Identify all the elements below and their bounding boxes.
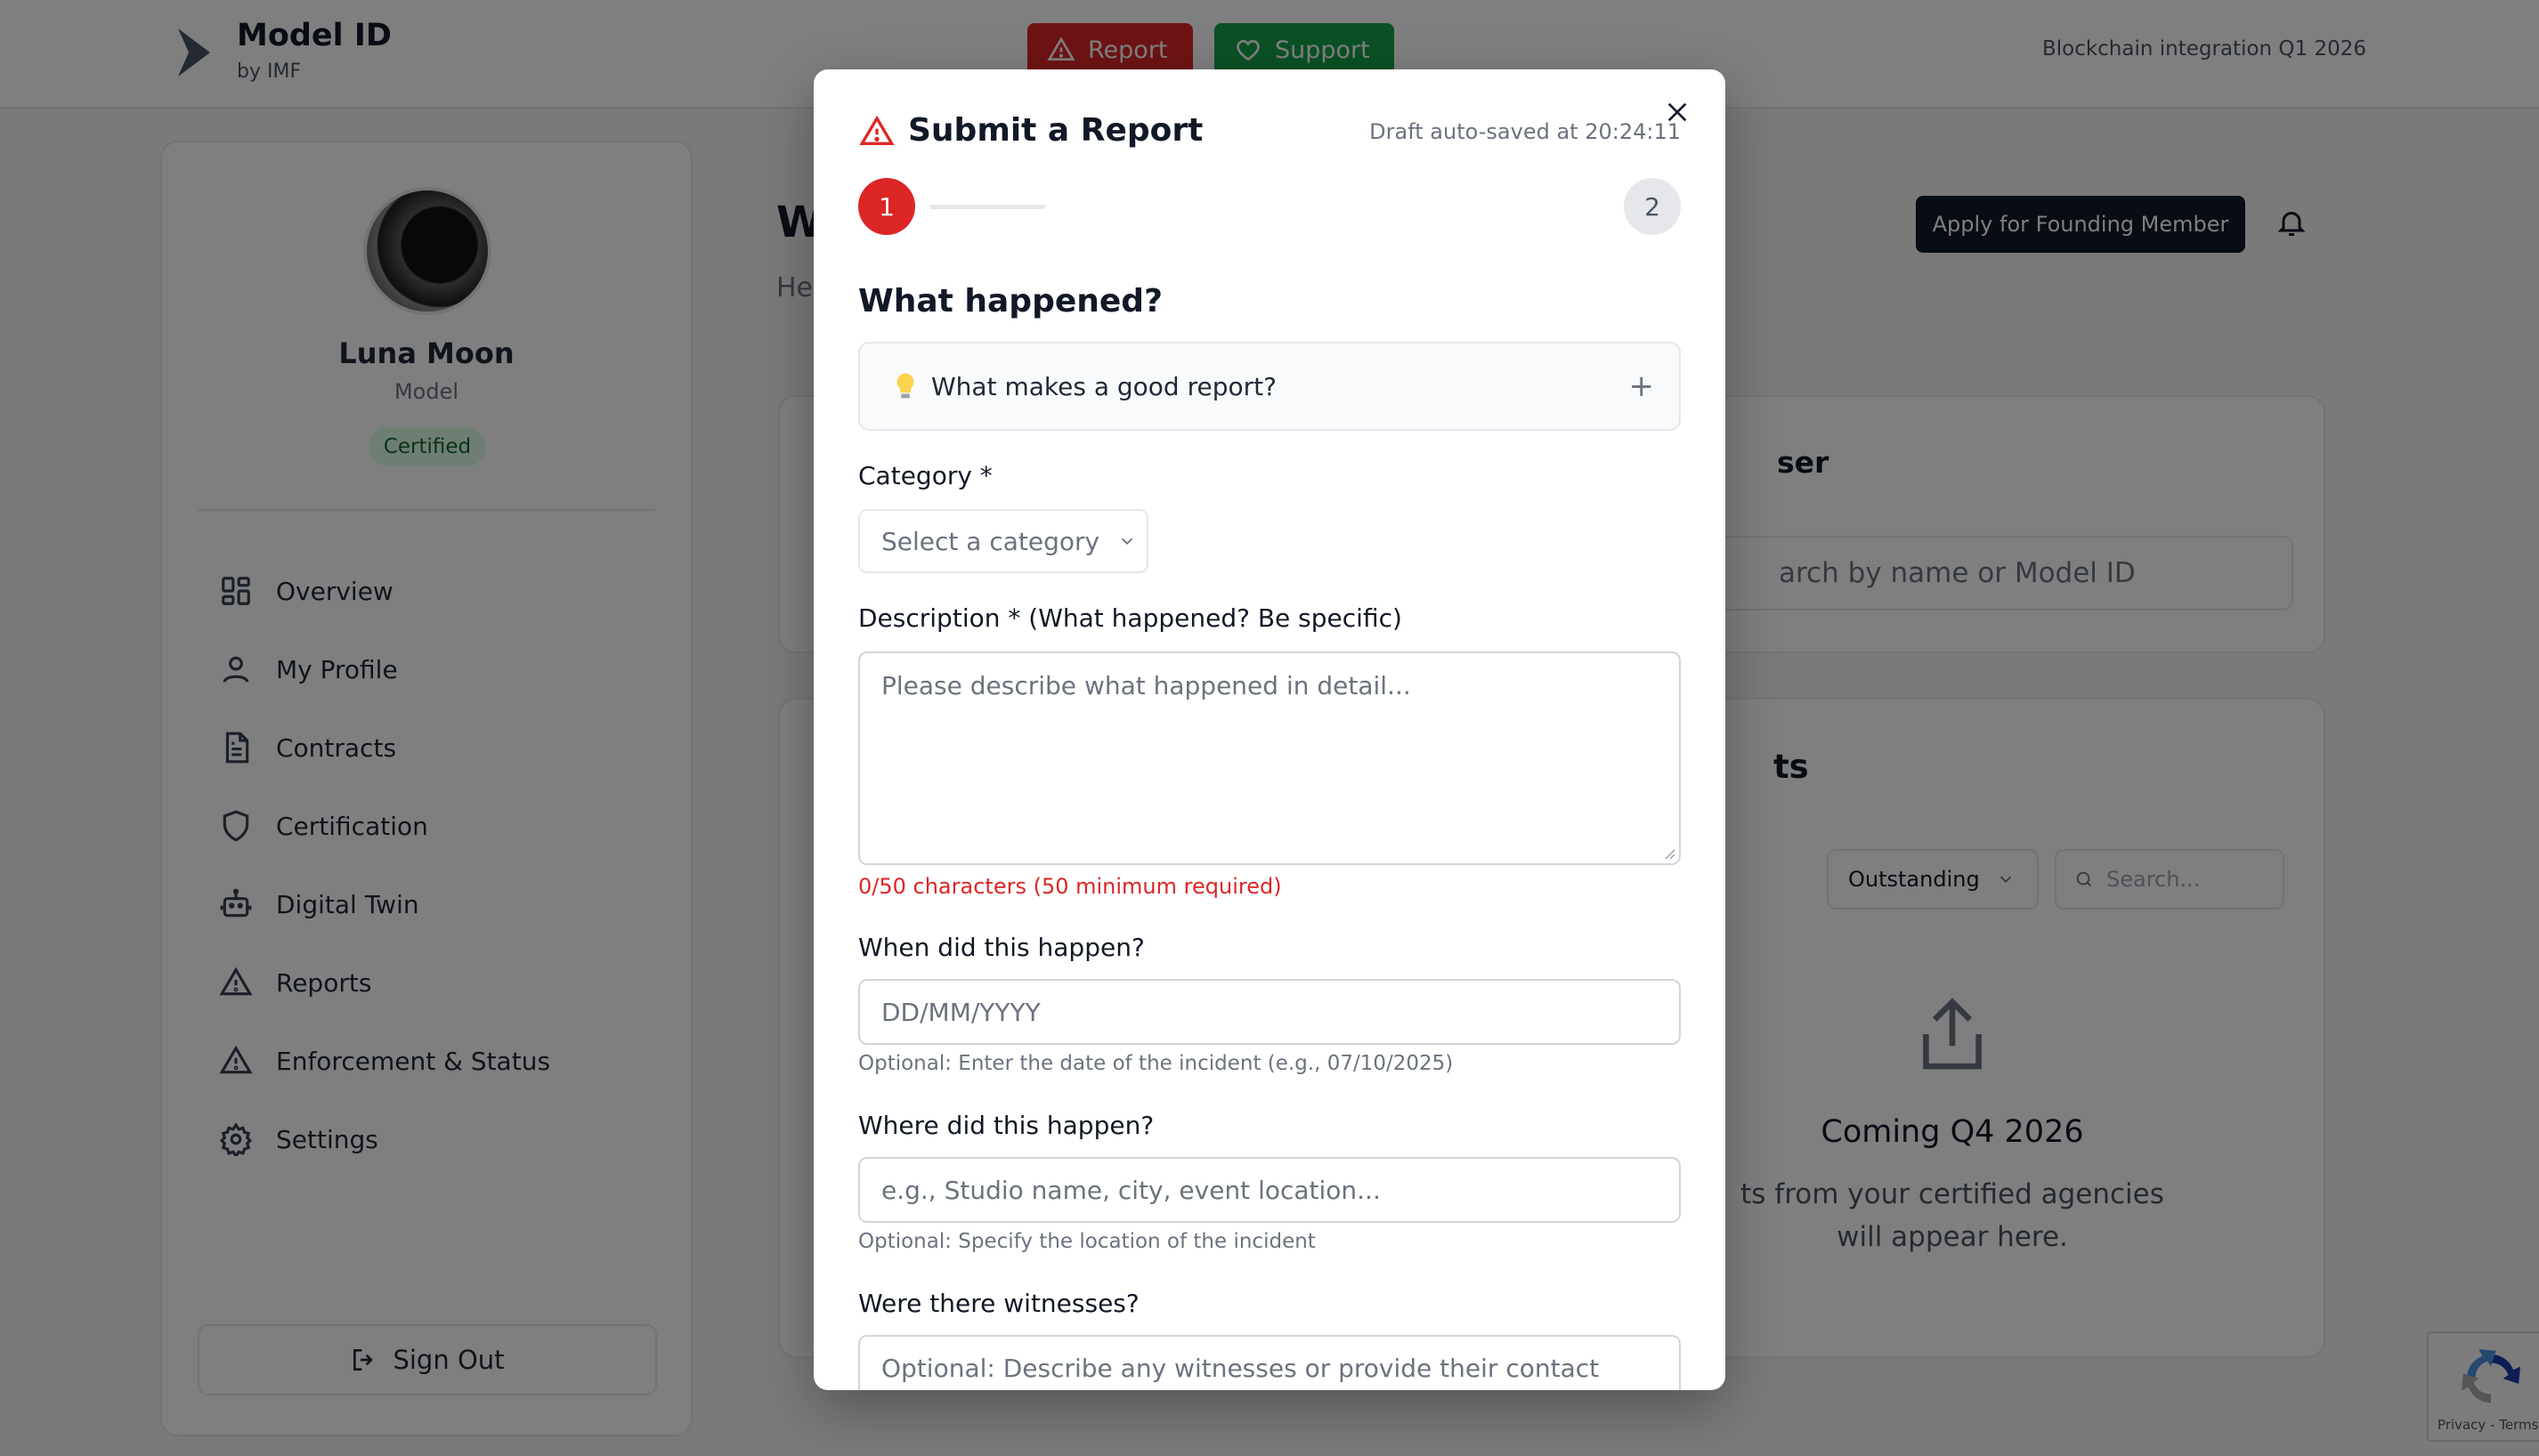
category-label: Category *: [858, 461, 993, 490]
character-count: 0/50 characters (50 minimum required): [858, 874, 1282, 899]
date-input[interactable]: DD/MM/YYYY: [858, 979, 1681, 1045]
description-label: Description * (What happened? Be specifi…: [858, 603, 1402, 633]
submit-report-modal: Submit a Report Draft auto-saved at 20:2…: [814, 69, 1725, 1390]
witness-input[interactable]: Optional: Describe any witnesses or prov…: [858, 1335, 1681, 1390]
report-tips-accordion[interactable]: What makes a good report? +: [858, 342, 1681, 431]
location-input[interactable]: e.g., Studio name, city, event location.…: [858, 1157, 1681, 1223]
modal-title: Submit a Report: [908, 112, 1204, 149]
location-label: Where did this happen?: [858, 1111, 1155, 1140]
description-placeholder: Please describe what happened in detail.…: [881, 671, 1411, 700]
close-icon[interactable]: [1663, 98, 1691, 126]
location-placeholder: e.g., Studio name, city, event location.…: [881, 1175, 1381, 1205]
section-title: What happened?: [858, 283, 1163, 320]
category-select[interactable]: Select a category: [858, 509, 1148, 573]
tips-label: What makes a good report?: [931, 371, 1277, 401]
witness-label: Were there witnesses?: [858, 1289, 1140, 1318]
witness-placeholder: Optional: Describe any witnesses or prov…: [881, 1353, 1600, 1383]
warning-icon: [859, 115, 895, 145]
step-progress-bar: [929, 205, 1045, 209]
date-placeholder: DD/MM/YYYY: [881, 997, 1041, 1027]
expand-icon[interactable]: +: [1629, 368, 1655, 404]
lightbulb-icon: [896, 373, 914, 399]
resize-handle-icon[interactable]: [1661, 845, 1675, 860]
description-textarea[interactable]: Please describe what happened in detail.…: [858, 651, 1681, 865]
step-indicator-1: 1: [858, 178, 915, 235]
location-hint: Optional: Specify the location of the in…: [858, 1230, 1316, 1253]
chevron-down-icon: [1121, 538, 1133, 546]
step-indicator-2: 2: [1624, 178, 1681, 235]
date-label: When did this happen?: [858, 933, 1145, 962]
category-select-value: Select a category: [881, 526, 1100, 556]
draft-status: Draft auto-saved at 20:24:11: [1369, 119, 1681, 144]
date-hint: Optional: Enter the date of the incident…: [858, 1052, 1454, 1075]
